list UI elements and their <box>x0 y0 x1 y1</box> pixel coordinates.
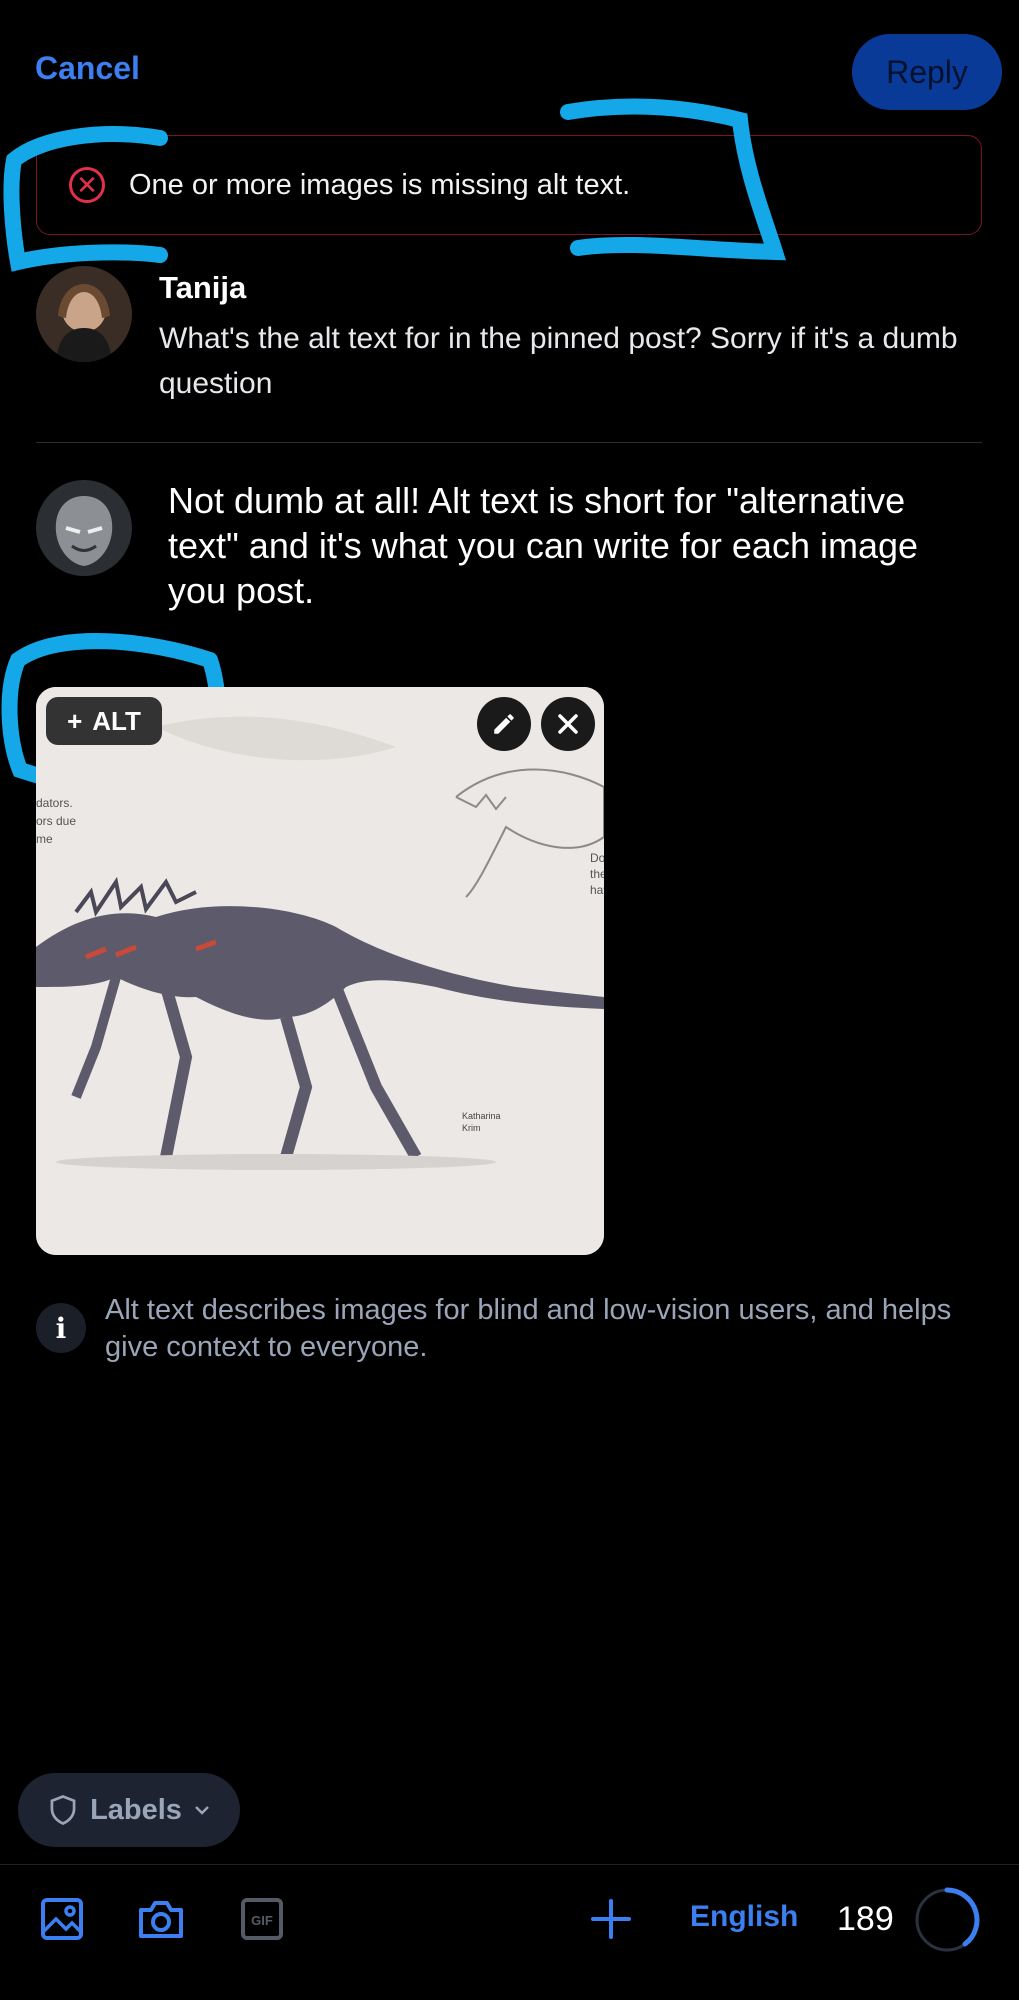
divider <box>36 442 982 443</box>
camera-icon[interactable] <box>136 1895 186 1943</box>
svg-text:Krim: Krim <box>462 1123 481 1133</box>
add-thread-post-button[interactable] <box>588 1896 634 1942</box>
parent-author-name: Tanija <box>159 270 247 305</box>
plus-icon: + <box>67 705 83 736</box>
add-alt-text-button[interactable]: + ALT <box>46 697 162 745</box>
close-icon <box>558 714 578 734</box>
gif-icon[interactable]: GIF <box>238 1895 286 1943</box>
character-count: 189 <box>837 1900 894 1938</box>
labels-button[interactable]: Labels <box>18 1773 240 1847</box>
parent-post-text: What's the alt text for in the pinned po… <box>159 322 958 400</box>
svg-text:GIF: GIF <box>251 1913 273 1928</box>
svg-text:ors due: ors due <box>36 814 76 828</box>
alt-label: ALT <box>92 705 141 736</box>
toolbar-divider <box>0 1864 1019 1865</box>
reply-composer-text[interactable]: Not dumb at all! Alt text is short for "… <box>168 478 968 613</box>
language-selector[interactable]: English <box>690 1900 798 1934</box>
plus-icon <box>591 1899 631 1939</box>
info-icon: i <box>36 1303 86 1353</box>
shield-icon <box>50 1795 76 1826</box>
chevron-down-icon <box>195 1806 209 1815</box>
pencil-icon <box>494 714 514 734</box>
progress-ring <box>913 1886 981 1954</box>
svg-text:me: me <box>36 832 53 846</box>
labels-label: Labels <box>90 1793 182 1826</box>
svg-text:the: the <box>590 867 604 881</box>
svg-text:hav: hav <box>590 883 604 897</box>
edit-image-button[interactable] <box>477 697 531 751</box>
svg-text:Katharina: Katharina <box>462 1111 501 1121</box>
svg-text:dators.: dators. <box>36 796 73 810</box>
image-icon[interactable] <box>38 1895 86 1943</box>
svg-text:Do: Do <box>590 851 604 865</box>
alt-text-hint: Alt text describes images for blind and … <box>105 1294 952 1363</box>
my-avatar <box>36 480 132 576</box>
attached-image[interactable]: dators. ors due me Do the hav Katharina … <box>36 687 604 1255</box>
remove-image-button[interactable] <box>541 697 595 751</box>
parent-author-avatar <box>36 266 132 362</box>
